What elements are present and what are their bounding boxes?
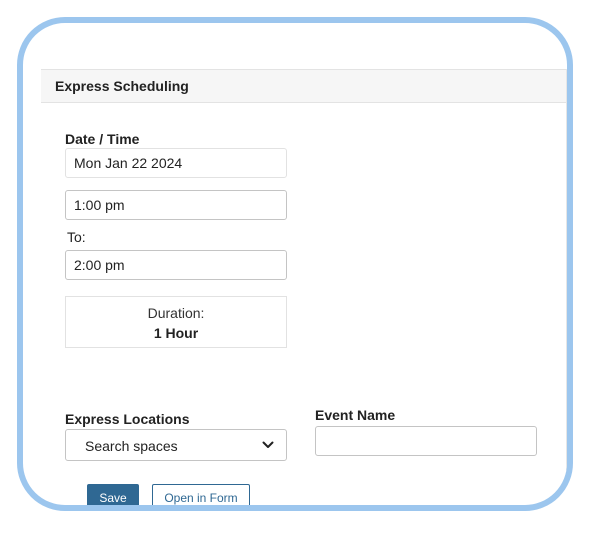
duration-value: 1 Hour [153,325,199,341]
locations-select[interactable]: Search spaces [65,429,287,461]
duration-box: Duration: 1 Hour [65,296,287,348]
panel-header: Express Scheduling [41,69,567,103]
chevron-down-icon [262,441,274,448]
panel-title: Express Scheduling [55,78,189,94]
open-in-form-button[interactable]: Open in Form [152,484,250,505]
event-name-label: Event Name [315,407,396,423]
screenshot-frame: Express Scheduling Date / Time Mon Jan 2… [17,17,573,511]
express-locations-label: Express Locations [65,411,190,427]
to-label: To: [67,229,86,245]
duration-label: Duration: [147,305,205,321]
end-time-field[interactable]: 2:00 pm [65,250,287,280]
panel-right-border [566,69,567,505]
save-button[interactable]: Save [87,484,139,505]
event-name-input[interactable] [315,426,537,456]
locations-select-value: Search spaces [85,438,178,454]
date-time-label: Date / Time [65,131,140,147]
date-field[interactable]: Mon Jan 22 2024 [65,148,287,178]
start-time-field[interactable]: 1:00 pm [65,190,287,220]
